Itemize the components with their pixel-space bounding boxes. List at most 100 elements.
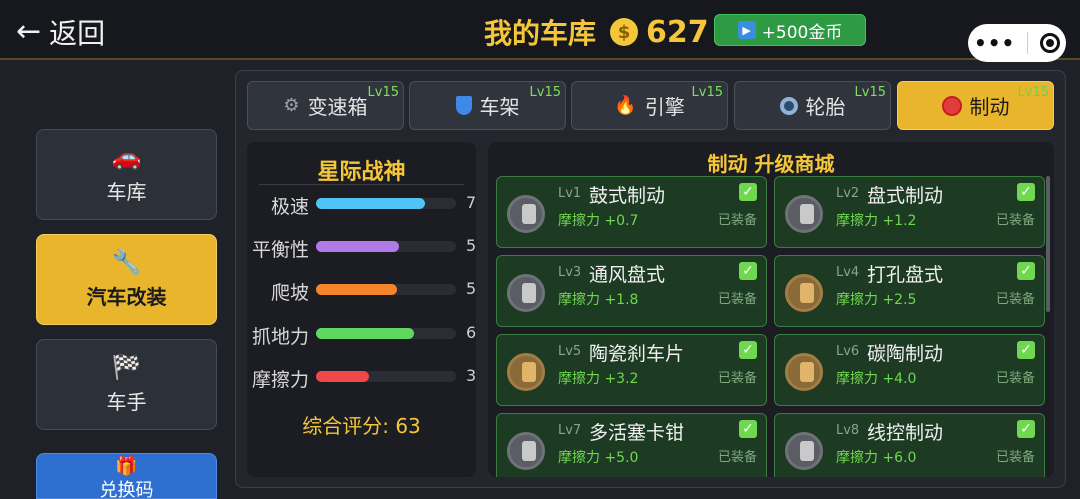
shop-item[interactable]: Lv2 盘式制动 摩擦力 +1.2 ✓ 已装备 xyxy=(774,176,1045,248)
item-level: Lv4 xyxy=(836,265,860,280)
nav-garage-label: 车库 xyxy=(106,180,147,204)
check-icon: ✓ xyxy=(739,183,757,201)
brake-icon xyxy=(941,95,962,116)
item-level: Lv6 xyxy=(836,344,860,359)
shield-icon xyxy=(455,96,472,115)
stat-value: 57.0 xyxy=(466,236,476,255)
tab-level: Lv15 xyxy=(854,85,886,100)
back-label: 返回 xyxy=(49,17,106,50)
check-icon: ✓ xyxy=(739,341,757,359)
item-friction: 摩擦力 +1.2 xyxy=(836,213,917,229)
car-name: 星际战神 xyxy=(317,160,406,185)
scrollbar[interactable] xyxy=(1046,176,1050,312)
item-friction: 摩擦力 +5.0 xyxy=(558,450,639,466)
shop-item[interactable]: Lv3 通风盘式 摩擦力 +1.8 ✓ 已装备 xyxy=(496,255,767,327)
tab-gearbox[interactable]: ⚙ 变速箱 Lv15 xyxy=(247,81,404,130)
item-status: 已装备 xyxy=(995,292,1035,307)
brake-disc-icon xyxy=(507,195,545,233)
upgrade-shop: 制动 升级商城 Lv1 鼓式制动 摩擦力 +0.7 ✓ 已装备 Lv2 盘式制动… xyxy=(488,142,1054,477)
tab-level: Lv15 xyxy=(529,85,561,100)
back-button[interactable]: ← 返回 xyxy=(16,12,105,52)
flame-icon: 🔥 xyxy=(614,95,637,116)
item-friction: 摩擦力 +1.8 xyxy=(558,292,639,308)
tab-label: 制动 xyxy=(969,95,1010,119)
item-level: Lv7 xyxy=(558,423,582,438)
item-name: 盘式制动 xyxy=(867,185,944,207)
check-icon: ✓ xyxy=(739,420,757,438)
shop-item[interactable]: Lv7 多活塞卡钳 摩擦力 +5.0 ✓ 已装备 xyxy=(496,413,767,477)
item-level: Lv1 xyxy=(558,186,582,201)
stat-bar-fill xyxy=(316,241,399,252)
stat-label: 极速 xyxy=(270,196,309,218)
tab-label: 车架 xyxy=(479,95,520,119)
shop-item[interactable]: Lv5 陶瓷刹车片 摩擦力 +3.2 ✓ 已装备 xyxy=(496,334,767,406)
item-friction: 摩擦力 +0.7 xyxy=(558,213,639,229)
page-title: 我的车库 xyxy=(484,17,597,50)
nav-driver-button[interactable]: 🏁 车手 xyxy=(36,339,217,430)
stat-value: 75.0 xyxy=(466,193,476,212)
checkered-flag-icon: 🏁 xyxy=(111,353,142,381)
stat-row-balance: 平衡性 57.0 xyxy=(247,231,476,261)
item-friction: 摩擦力 +6.0 xyxy=(836,450,917,466)
nav-redeem-button[interactable]: 🎁 兑换码 xyxy=(36,453,217,499)
item-status: 已装备 xyxy=(717,292,757,307)
nav-mod-label: 汽车改装 xyxy=(86,285,167,309)
mini-program-capsule: ••• xyxy=(968,24,1066,62)
close-target-icon[interactable] xyxy=(1040,33,1061,53)
tab-frame[interactable]: 车架 Lv15 xyxy=(409,81,566,130)
add-gold-button[interactable]: ▶ +500金币 xyxy=(714,14,866,46)
stat-bar-fill xyxy=(316,371,370,382)
stat-bar-fill xyxy=(316,284,398,295)
item-name: 打孔盘式 xyxy=(867,264,944,286)
tab-brake[interactable]: 制动 Lv15 xyxy=(897,81,1054,130)
capsule-divider xyxy=(1027,32,1029,54)
stat-row-friction: 摩擦力 37.0 xyxy=(247,361,476,391)
stat-bar-track xyxy=(316,328,456,339)
item-level: Lv5 xyxy=(558,344,582,359)
brake-disc-icon xyxy=(507,353,545,391)
shop-item[interactable]: Lv1 鼓式制动 摩擦力 +0.7 ✓ 已装备 xyxy=(496,176,767,248)
more-icon[interactable]: ••• xyxy=(974,31,1015,55)
tire-icon xyxy=(779,96,798,115)
gear-icon: ⚙ xyxy=(283,95,300,116)
nav-driver-label: 车手 xyxy=(106,390,147,414)
item-level: Lv3 xyxy=(558,265,582,280)
brake-disc-icon xyxy=(785,274,823,312)
nav-mod-button[interactable]: 🔧 汽车改装 xyxy=(36,234,217,325)
tab-label: 引擎 xyxy=(644,95,685,119)
play-icon: ▶ xyxy=(737,21,756,39)
item-name: 多活塞卡钳 xyxy=(589,422,685,444)
brake-disc-icon xyxy=(507,274,545,312)
item-status: 已装备 xyxy=(717,213,757,228)
stat-label: 摩擦力 xyxy=(251,369,309,391)
stat-value: 68.0 xyxy=(466,323,476,342)
car-icon: 🚗 xyxy=(111,143,142,171)
nav-garage-button[interactable]: 🚗 车库 xyxy=(36,129,217,220)
stat-bar-track xyxy=(316,371,456,382)
check-icon: ✓ xyxy=(739,262,757,280)
coin-icon: $ xyxy=(610,18,639,46)
item-level: Lv8 xyxy=(836,423,860,438)
check-icon: ✓ xyxy=(1017,262,1035,280)
item-status: 已装备 xyxy=(717,450,757,465)
item-status: 已装备 xyxy=(995,213,1035,228)
stat-bar-fill xyxy=(316,198,426,209)
car-stats-card: 星际战神 极速 75.0 平衡性 57.0 爬坡 56.0 抓地力 68.0 摩… xyxy=(247,142,476,477)
shop-item[interactable]: Lv6 碳陶制动 摩擦力 +4.0 ✓ 已装备 xyxy=(774,334,1045,406)
stat-bar-track xyxy=(316,198,456,209)
item-name: 鼓式制动 xyxy=(589,185,666,207)
nav-redeem-label: 兑换码 xyxy=(99,480,154,499)
tab-engine[interactable]: 🔥 引擎 Lv15 xyxy=(571,81,728,130)
item-friction: 摩擦力 +4.0 xyxy=(836,371,917,387)
shop-item[interactable]: Lv4 打孔盘式 摩擦力 +2.5 ✓ 已装备 xyxy=(774,255,1045,327)
stat-label: 爬坡 xyxy=(270,282,309,304)
item-name: 陶瓷刹车片 xyxy=(589,343,685,365)
tab-level: Lv15 xyxy=(1017,85,1049,100)
shop-item[interactable]: Lv8 线控制动 摩擦力 +6.0 ✓ 已装备 xyxy=(774,413,1045,477)
tab-tire[interactable]: 轮胎 Lv15 xyxy=(734,81,891,130)
stat-row-speed: 极速 75.0 xyxy=(247,188,476,218)
stat-value: 37.0 xyxy=(466,366,476,385)
coin-count: 627 xyxy=(646,14,709,50)
overall-score: 综合评分: 63 xyxy=(302,414,421,438)
top-bar: ← 返回 我的车库 $ 627 ▶ +500金币 ••• xyxy=(0,0,1080,62)
